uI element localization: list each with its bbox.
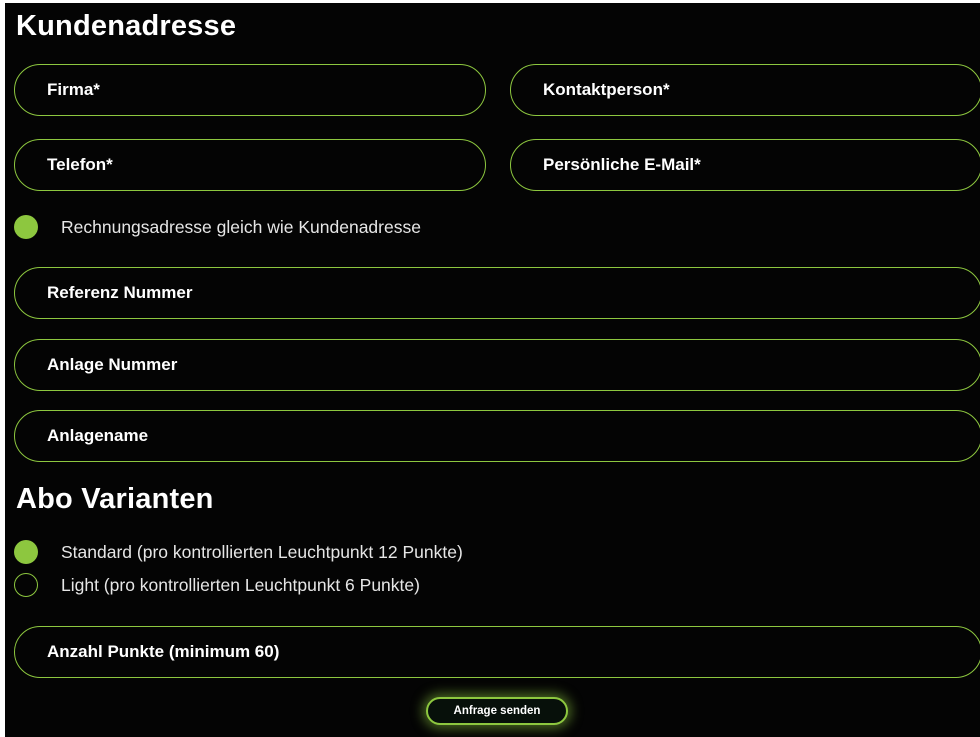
customer-address-heading: Kundenadresse xyxy=(16,10,237,42)
points-count-field[interactable] xyxy=(14,626,980,678)
radio-light[interactable] xyxy=(14,573,38,597)
email-field[interactable] xyxy=(510,139,980,191)
same-address-label: Rechnungsadresse gleich wie Kundenadress… xyxy=(61,217,421,237)
system-number-field[interactable] xyxy=(14,339,980,391)
system-name-field[interactable] xyxy=(14,410,980,462)
form-panel: Kundenadresse Rechnungsadresse gleich wi… xyxy=(5,3,980,737)
reference-number-field[interactable] xyxy=(14,267,980,319)
subscription-variants-heading: Abo Varianten xyxy=(16,483,214,515)
company-field[interactable] xyxy=(14,64,486,116)
same-address-toggle[interactable] xyxy=(14,215,38,239)
contact-person-field[interactable] xyxy=(510,64,980,116)
submit-request-button[interactable]: Anfrage senden xyxy=(426,697,568,725)
phone-field[interactable] xyxy=(14,139,486,191)
radio-standard[interactable] xyxy=(14,540,38,564)
radio-light-label: Light (pro kontrollierten Leuchtpunkt 6 … xyxy=(61,575,420,595)
radio-standard-label: Standard (pro kontrollierten Leuchtpunkt… xyxy=(61,542,463,562)
